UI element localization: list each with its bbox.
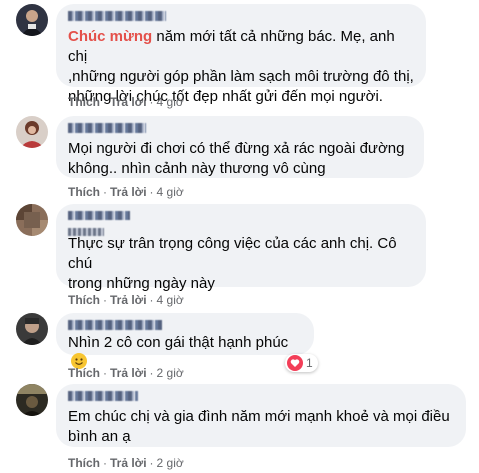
like-button[interactable]: Thích: [68, 366, 100, 380]
reply-button[interactable]: Trả lời: [110, 366, 147, 380]
comment-text: Em chúc chị và gia đình năm mới mạnh kho…: [68, 408, 450, 445]
like-button[interactable]: Thích: [68, 293, 100, 307]
comment-bubble: Em chúc chị và gia đình năm mới mạnh kho…: [56, 384, 466, 447]
avatar[interactable]: [16, 204, 48, 236]
reply-button[interactable]: Trả lời: [110, 293, 147, 307]
reply-button[interactable]: Trả lời: [110, 456, 147, 470]
commenter-name-blurred[interactable]: [68, 123, 146, 133]
comment-bubble: Chúc mừng năm mới tất cả những bác. Mẹ, …: [56, 4, 426, 105]
commenter-name-blurred[interactable]: [68, 11, 166, 21]
commenter-name-blurred-line2: [68, 228, 104, 236]
avatar[interactable]: [16, 313, 48, 345]
reply-button[interactable]: Trả lời: [110, 185, 147, 199]
like-button[interactable]: Thích: [68, 185, 100, 199]
comment-timestamp[interactable]: 2 giờ: [157, 456, 184, 470]
comment-bubble: Thực sự trân trọng công việc của các anh…: [56, 204, 426, 292]
comment-timestamp[interactable]: 4 giờ: [157, 185, 184, 199]
comment-actions: Thích · Trả lời · 4 giờ: [68, 95, 184, 109]
heart-icon: [287, 355, 303, 371]
comment-text: Thực sự trân trọng công việc của các anh…: [68, 235, 397, 292]
avatar[interactable]: [16, 384, 48, 416]
commenter-name-blurred[interactable]: [68, 211, 130, 220]
avatar[interactable]: [16, 116, 48, 148]
comment-timestamp[interactable]: 4 giờ: [157, 293, 184, 307]
commenter-name-blurred[interactable]: [68, 391, 138, 401]
avatar[interactable]: [16, 4, 48, 36]
comment-actions: Thích · Trả lời · 4 giờ: [68, 293, 184, 307]
comment-text: Mọi người đi chơi có thể đừng xả rác ngo…: [68, 140, 405, 177]
reaction-badge[interactable]: 1: [285, 354, 318, 372]
comment-bubble: Nhìn 2 cô con gái thật hạnh phúc: [56, 313, 314, 369]
like-button[interactable]: Thích: [68, 456, 100, 470]
comment-actions: Thích · Trả lời · 4 giờ: [68, 185, 184, 199]
commenter-name-blurred[interactable]: [68, 320, 162, 330]
comment-bubble: Mọi người đi chơi có thể đừng xả rác ngo…: [56, 116, 424, 178]
comment-timestamp[interactable]: 4 giờ: [157, 95, 184, 109]
comment-actions: Thích · Trả lời · 2 giờ: [68, 456, 184, 470]
like-button[interactable]: Thích: [68, 95, 100, 109]
reply-button[interactable]: Trả lời: [110, 95, 147, 109]
reaction-count: 1: [306, 356, 313, 370]
comment-timestamp[interactable]: 2 giờ: [157, 366, 184, 380]
comment-highlight: Chúc mừng: [68, 28, 153, 45]
comment-actions: Thích · Trả lời · 2 giờ: [68, 366, 184, 380]
